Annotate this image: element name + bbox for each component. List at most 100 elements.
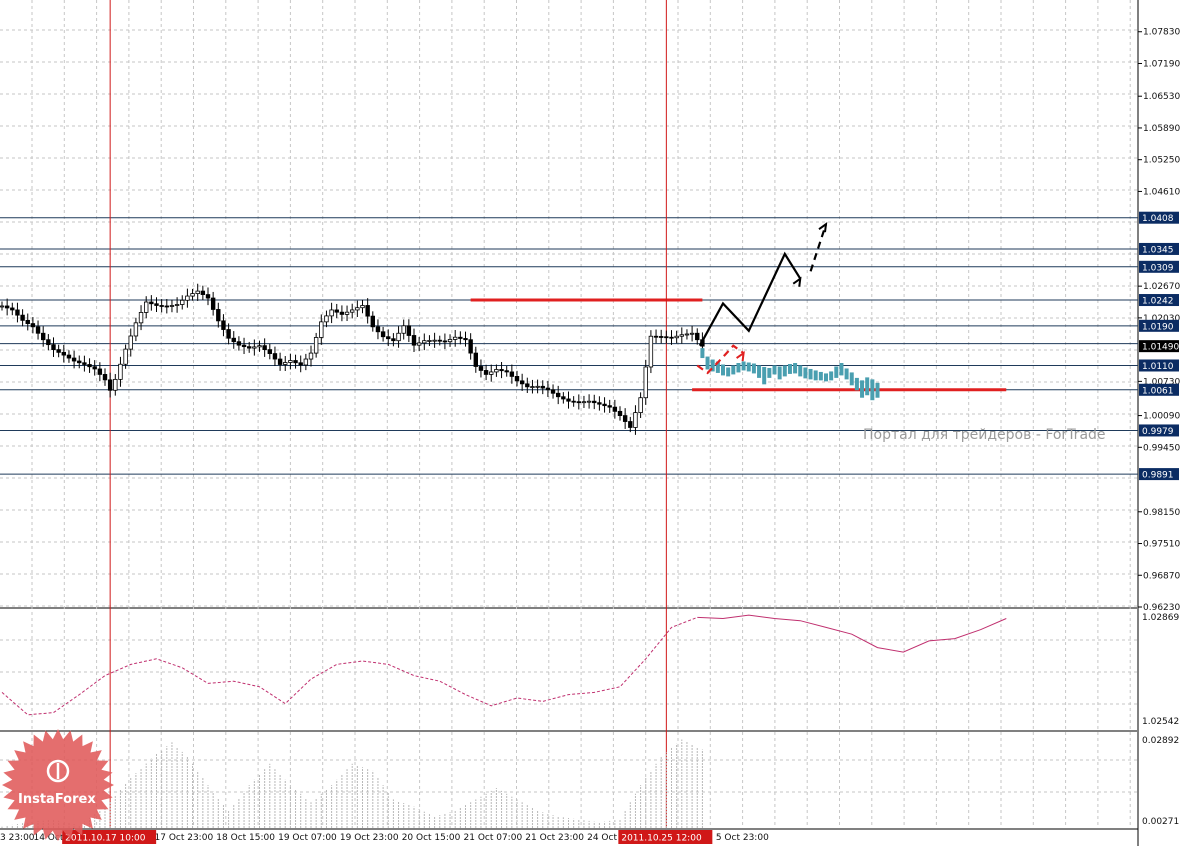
candle-body <box>535 385 540 388</box>
candle-body <box>349 309 355 313</box>
candle-body <box>113 378 118 391</box>
candle-body <box>277 358 283 365</box>
price-tick-label: 1.04610 <box>1143 187 1180 197</box>
candle-body <box>669 336 674 339</box>
candle-body <box>30 323 36 328</box>
forecast-bar <box>705 356 710 370</box>
candle-body <box>406 325 412 336</box>
logo-badge <box>2 729 114 841</box>
candle-body <box>56 349 61 353</box>
level-price-label: 1.0345 <box>1142 245 1174 255</box>
level-price-label: 0.9891 <box>1142 471 1174 481</box>
candle-body <box>422 340 427 344</box>
candle-body <box>241 344 247 348</box>
drawn-arrow-path <box>809 223 828 272</box>
candle-body <box>391 338 396 342</box>
candle-body <box>375 326 381 333</box>
candle-body <box>133 322 139 337</box>
candle-body <box>10 307 15 311</box>
indicator-1-tick-label: 1.02542 <box>1142 717 1179 727</box>
candle-body <box>102 374 108 381</box>
candle-body <box>545 387 551 391</box>
forecast-bar <box>762 366 767 385</box>
candle-body <box>308 352 314 360</box>
forecast-bar <box>829 371 834 381</box>
candle-body <box>411 335 417 346</box>
forecast-bar <box>782 365 787 377</box>
candle-body <box>164 305 169 308</box>
candle-body <box>365 305 370 317</box>
candle-body <box>35 326 41 334</box>
level-price-label: 1.0408 <box>1142 214 1174 224</box>
candle-body <box>210 297 216 310</box>
candle-body <box>339 311 345 315</box>
candle-body <box>25 319 30 324</box>
candle-body <box>483 370 489 375</box>
candle-body <box>92 366 97 370</box>
candle-body <box>556 392 561 398</box>
grid <box>0 0 1139 846</box>
time-tick-label: 19 Oct 23:00 <box>340 833 399 843</box>
forecast-bar <box>844 368 849 380</box>
forecast-bar <box>813 370 818 381</box>
forecast-bar <box>793 363 798 374</box>
candle-body <box>200 290 206 295</box>
candle-body <box>355 307 360 311</box>
candle-body <box>205 294 211 299</box>
forecast-bar <box>865 377 870 396</box>
candle-body <box>71 357 77 362</box>
candle-body <box>169 305 175 307</box>
candle-body <box>473 352 478 367</box>
candle-body <box>494 369 499 373</box>
candle-body <box>442 340 448 343</box>
time-axis: 3 23:0014 Oct 17 Oct 23:00 18 Oct 15:00 19 … <box>0 830 769 844</box>
candle-body <box>174 304 180 306</box>
candle-body <box>97 368 103 375</box>
candle-body <box>514 375 520 382</box>
forecast-bar <box>849 372 854 386</box>
forecast-bar <box>726 367 731 377</box>
price-tick-label: 1.00090 <box>1143 412 1180 422</box>
candle-body <box>622 415 628 422</box>
candle-body <box>695 332 700 341</box>
candle-body <box>288 360 293 363</box>
candle-body <box>262 345 267 351</box>
candle-body <box>628 421 633 428</box>
candle-body <box>525 383 530 388</box>
candle-body <box>185 295 190 301</box>
candle-body <box>231 337 236 343</box>
candle-body <box>540 385 545 389</box>
candle-body <box>617 410 623 416</box>
candle-body <box>15 309 20 316</box>
price-axis: 1.07830 1.07190 1.06530 1.05890 1.05250 1.046… <box>1138 28 1180 827</box>
marker-time-label: 2011.10.17 10:00 <box>65 834 146 844</box>
candle-body <box>437 339 442 342</box>
price-tick-label: 0.97510 <box>1143 540 1180 550</box>
forecast-bar <box>818 371 823 381</box>
candle-body <box>370 315 375 328</box>
price-tick-label: 0.99450 <box>1143 443 1180 453</box>
indicator-2-tick-label: 0.00271 <box>1142 817 1179 827</box>
forecast-bar <box>721 364 725 376</box>
candle-body <box>107 379 113 391</box>
watermark-text: Портал для трейдеров - ForTrade <box>863 427 1106 443</box>
candle-body <box>41 332 46 341</box>
candle-body <box>566 398 571 402</box>
candle-body <box>293 360 298 364</box>
candle-body <box>478 366 484 371</box>
time-tick-label: 21 Oct 23:00 <box>525 833 584 843</box>
level-price-label: 0.9979 <box>1142 427 1174 437</box>
level-price-label: 1.0242 <box>1142 297 1174 307</box>
arrow-head <box>736 350 745 362</box>
candle-body <box>638 397 643 414</box>
candle-body <box>138 312 144 324</box>
candle-body <box>581 401 587 404</box>
logo-text: InstaForex <box>18 792 96 807</box>
candle-body <box>659 336 664 338</box>
indicator-1-line <box>1 616 698 716</box>
time-tick-label: 18 Oct 15:00 <box>216 833 275 843</box>
forecast-bar <box>787 364 792 374</box>
candle-body <box>61 351 66 356</box>
price-series <box>0 283 705 435</box>
candle-body <box>592 400 597 404</box>
